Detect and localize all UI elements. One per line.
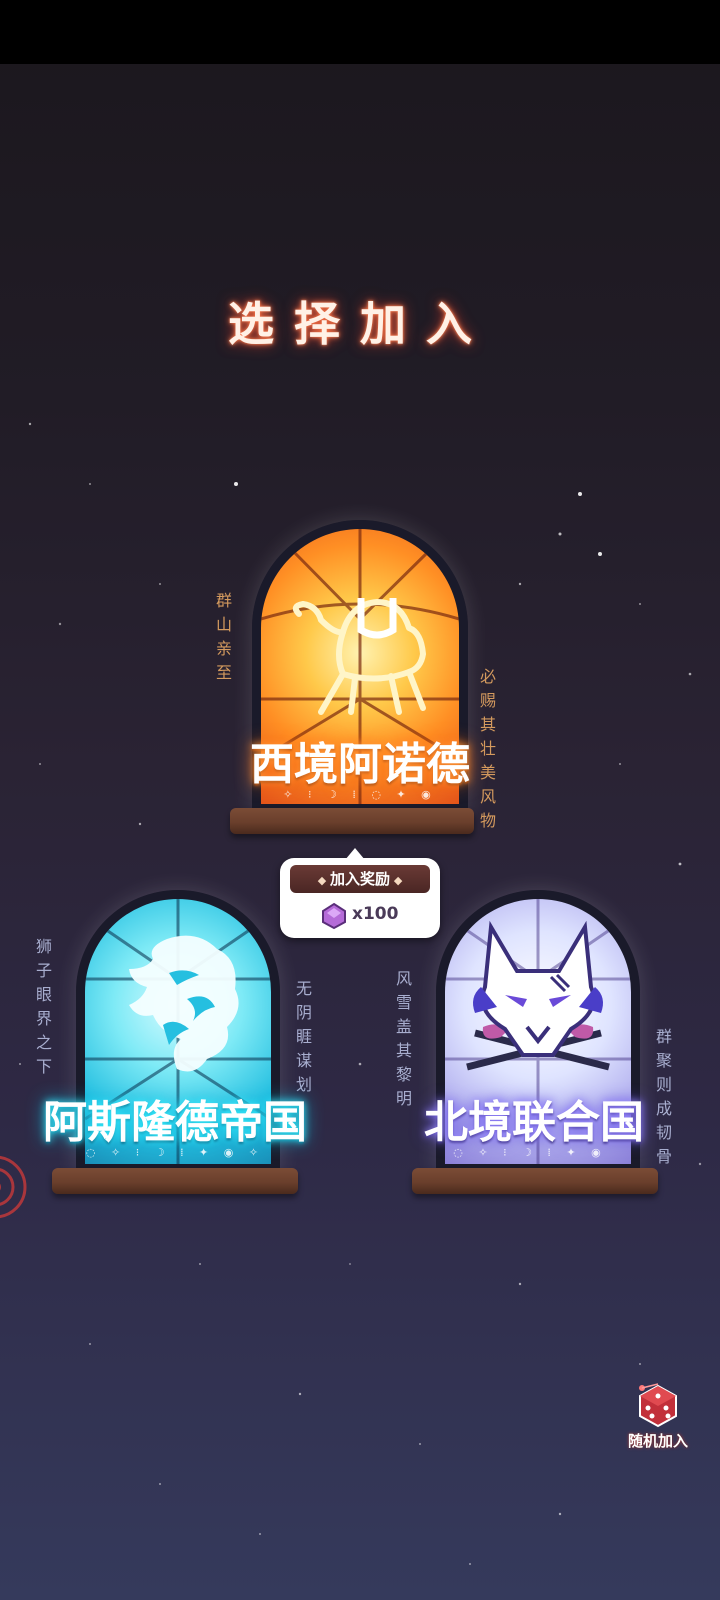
faction-name: 西境阿诺德 bbox=[250, 739, 470, 790]
dice-icon bbox=[639, 1383, 677, 1428]
wolf-icon bbox=[466, 920, 610, 1071]
slogan-right: 无阴睚谋划 bbox=[293, 980, 312, 1100]
slogan-left: 群山亲至 bbox=[213, 592, 232, 688]
swirl-decoration-icon bbox=[0, 1155, 27, 1219]
faction-name: 阿斯隆德帝国 bbox=[43, 1097, 307, 1148]
random-join-button[interactable]: 随机加入 bbox=[622, 1380, 694, 1460]
faction-card-empire[interactable]: 狮子眼界之下 无阴睚谋划 阿斯隆德帝国 ◌ ✧ ⁝ ☽ ⁞ ✦ ◉ ✧ bbox=[33, 890, 320, 1220]
rune-script: ◌ ✧ ⁝ ☽ ⁞ ✦ ◉ ✧ bbox=[85, 1146, 265, 1159]
reward-count: x100 bbox=[352, 904, 399, 924]
window-shelf bbox=[230, 808, 474, 834]
rune-script: ◌ ✧ ⁝ ☽ ⁞ ✦ ◉ bbox=[453, 1146, 607, 1159]
status-bar bbox=[0, 0, 720, 64]
faction-name: 北境联合国 bbox=[424, 1097, 644, 1148]
gem-icon bbox=[322, 902, 346, 930]
faction-card-north[interactable]: 风雪盖其黎明 群聚则成韧骨 北境联合国 ◌ ✧ ⁝ ☽ ⁞ ✦ ◉ bbox=[393, 890, 690, 1220]
faction-card-west[interactable]: 群山亲至 必赐其壮美风物 西境阿诺德 ✧ ⁝ ☽ ⁞ ◌ ✦ ◉ bbox=[213, 520, 496, 860]
lion-icon bbox=[129, 935, 239, 1072]
camel-icon bbox=[292, 598, 426, 715]
page-title: 选择加入 bbox=[228, 297, 492, 351]
rune-script: ✧ ⁝ ☽ ⁞ ◌ ✦ ◉ bbox=[283, 788, 437, 801]
window-shelf bbox=[52, 1168, 298, 1194]
window-shelf bbox=[412, 1168, 658, 1194]
reward-title: ◆ 加入奖励 ◆ bbox=[290, 865, 430, 893]
random-join-label: 随机加入 bbox=[627, 1432, 688, 1450]
slogan-left: 狮子眼界之下 bbox=[33, 938, 52, 1082]
